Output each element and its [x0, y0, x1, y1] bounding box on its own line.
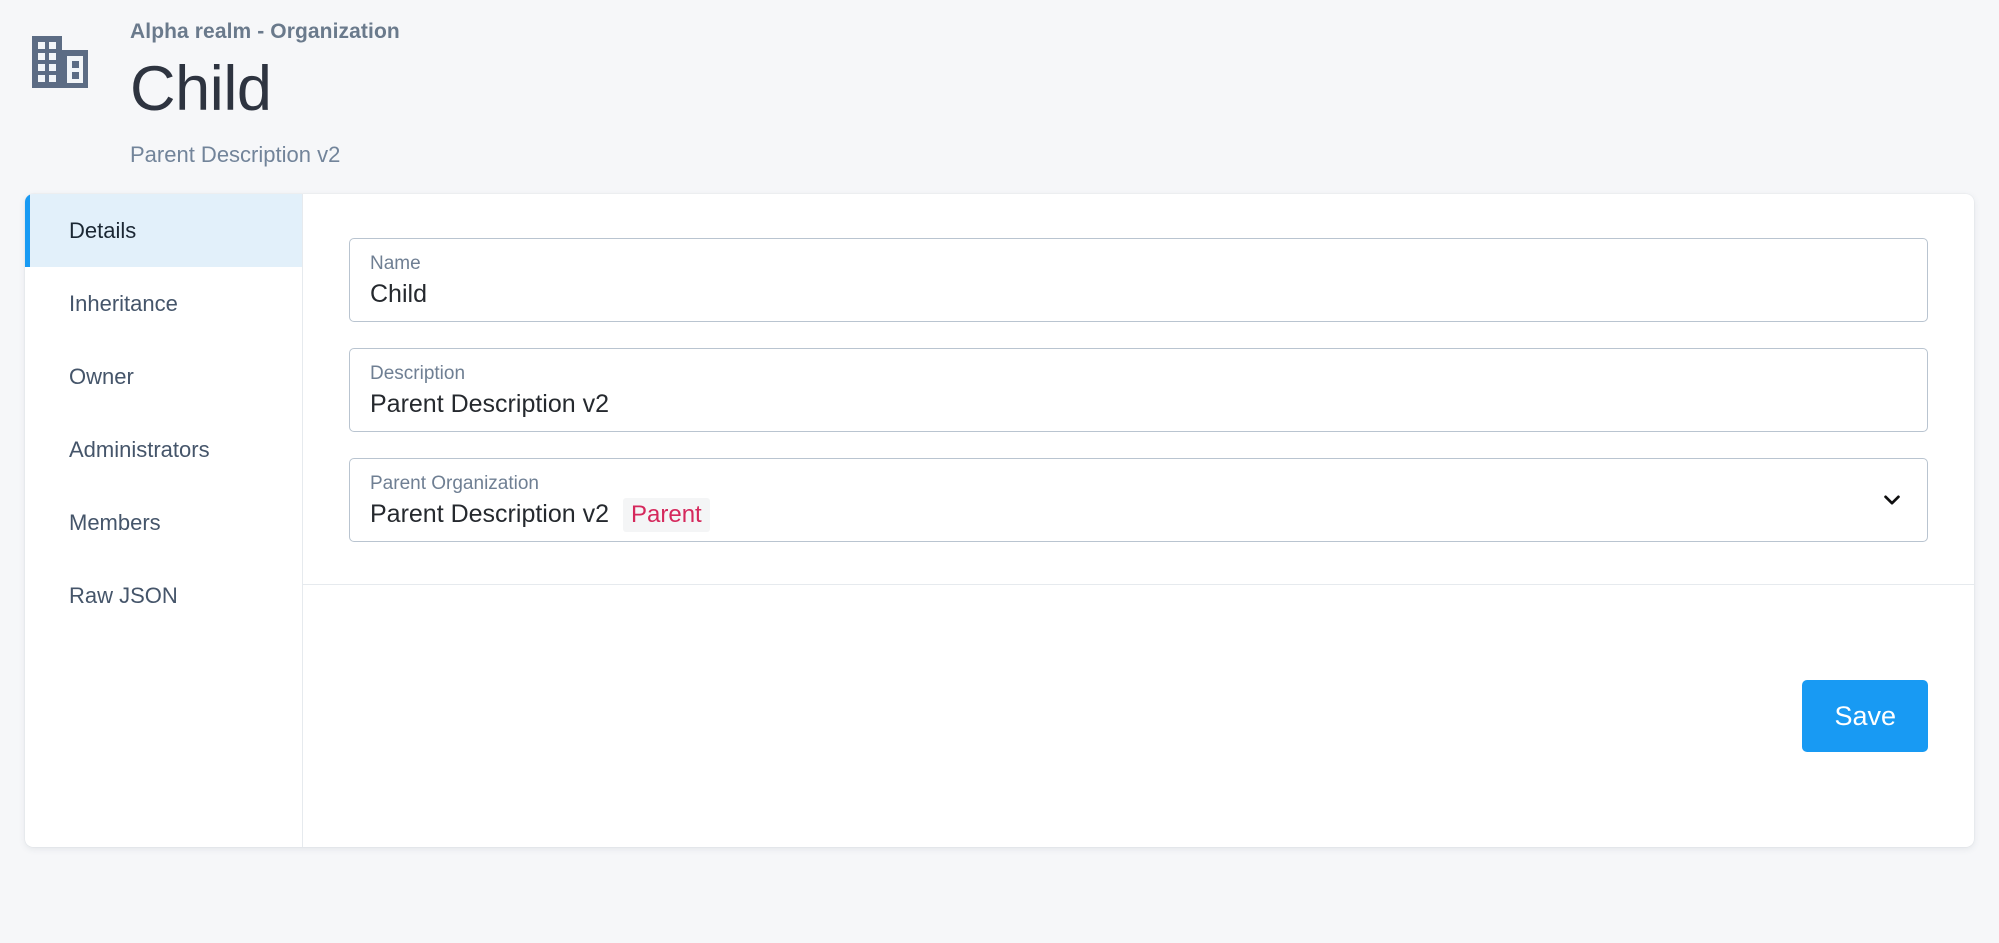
chevron-down-icon[interactable]	[1881, 489, 1903, 511]
save-button[interactable]: Save	[1802, 680, 1928, 753]
description-field-label: Description	[370, 363, 466, 385]
tab-label: Inheritance	[69, 290, 178, 316]
tab-sidebar: Details Inheritance Owner Administrators…	[25, 194, 303, 848]
page-title: Child	[130, 54, 272, 124]
tab-label: Raw JSON	[69, 582, 178, 608]
details-panel: Name Child Description Parent Descriptio…	[303, 194, 1974, 847]
tab-administrators[interactable]: Administrators	[25, 413, 302, 486]
page-subtitle: Parent Description v2	[130, 142, 341, 168]
breadcrumb: Alpha realm - Organization	[130, 20, 400, 43]
tab-label: Details	[69, 217, 137, 243]
description-field-value: Parent Description v2	[370, 390, 610, 419]
name-field-value: Child	[370, 280, 427, 309]
form-area: Name Child Description Parent Descriptio…	[303, 194, 1974, 568]
organization-building-icon	[28, 30, 92, 94]
page-header: Alpha realm - Organization Child Parent …	[0, 0, 1999, 168]
card-footer: Save	[303, 585, 1974, 847]
tab-label: Owner	[69, 363, 134, 389]
description-field[interactable]: Description Parent Description v2	[349, 348, 1928, 433]
name-field-label: Name	[370, 253, 421, 275]
parent-organization-label: Parent Organization	[370, 473, 539, 495]
parent-organization-value-row: Parent Description v2 Parent	[370, 498, 1857, 532]
tab-owner[interactable]: Owner	[25, 340, 302, 413]
tab-members[interactable]: Members	[25, 486, 302, 559]
parent-organization-value: Parent Description v2	[370, 500, 610, 529]
name-field[interactable]: Name Child	[349, 238, 1928, 323]
parent-badge: Parent	[623, 498, 710, 532]
tab-raw-json[interactable]: Raw JSON	[25, 559, 302, 632]
details-card: Details Inheritance Owner Administrators…	[25, 194, 1974, 848]
tab-details[interactable]: Details	[25, 194, 302, 268]
tab-inheritance[interactable]: Inheritance	[25, 267, 302, 340]
tab-label: Administrators	[69, 436, 210, 462]
tab-label: Members	[69, 509, 161, 535]
parent-organization-select[interactable]: Parent Organization Parent Description v…	[349, 458, 1928, 543]
header-text-block: Alpha realm - Organization Child Parent …	[130, 16, 400, 168]
